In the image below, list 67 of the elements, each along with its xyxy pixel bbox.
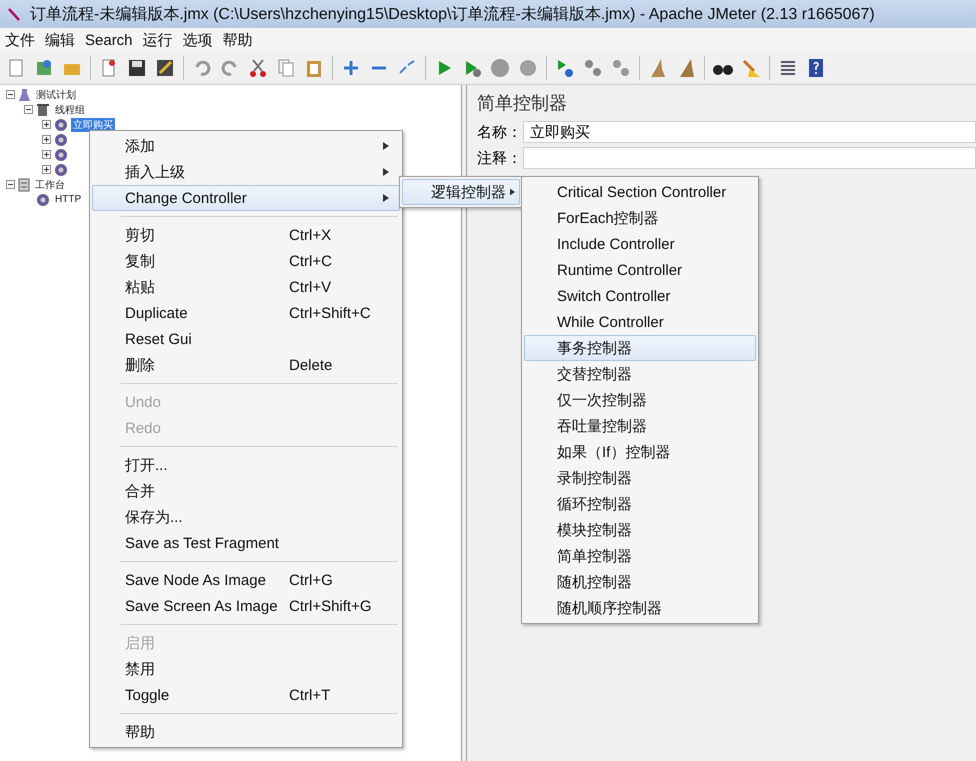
cabinet-icon	[18, 178, 30, 192]
menu-item[interactable]: Save Node As Image Ctrl+G	[92, 567, 400, 593]
window-title: 订单流程-未编辑版本.jmx (C:\Users\hzchenying15\Desktop\订单流程-未编辑版本.jmx) - Apache JMeter (2.13 r1665067)	[30, 4, 875, 24]
tree-node-label[interactable]: 线程组	[53, 102, 87, 116]
collapse-icon[interactable]	[24, 105, 33, 114]
menu-item[interactable]: 仅一次控制器	[524, 387, 756, 413]
menu-item[interactable]: 逻辑控制器	[402, 179, 520, 205]
collapse-icon[interactable]	[6, 90, 15, 99]
menu-item[interactable]: Duplicate Ctrl+Shift+C	[92, 300, 400, 326]
menu-item[interactable]: 简单控制器	[524, 543, 756, 569]
menu-item[interactable]: Runtime Controller	[524, 257, 756, 283]
scissors-icon[interactable]	[247, 57, 269, 79]
menu-item[interactable]: Save as Test Fragment	[92, 530, 400, 556]
save-icon[interactable]	[126, 57, 148, 79]
menu-item[interactable]: 吞吐量控制器	[524, 413, 756, 439]
menu-item[interactable]: 剪切 Ctrl+X	[92, 222, 400, 248]
menu-item[interactable]: 合并	[92, 478, 400, 504]
name-field[interactable]: 立即购买	[523, 121, 976, 143]
comment-label: 注释：	[477, 148, 523, 168]
gear-icon	[54, 132, 68, 146]
menu-bar-item[interactable]: 文件	[4, 30, 36, 50]
panel-title: 简单控制器	[477, 92, 568, 115]
menu-item[interactable]: ForEach控制器	[524, 205, 756, 231]
menu-item[interactable]: 删除 Delete	[92, 352, 400, 378]
menu-item[interactable]: 打开...	[92, 452, 400, 478]
gear-icon	[54, 162, 68, 176]
menu-item[interactable]: Critical Section Controller	[524, 179, 756, 205]
tree-node-label[interactable]: 工作台	[33, 178, 67, 192]
menu-item[interactable]: 交替控制器	[524, 361, 756, 387]
menu-bar-item[interactable]: Search	[84, 32, 134, 48]
menu-item[interactable]: 录制控制器	[524, 465, 756, 491]
menu-item[interactable]: 插入上级	[92, 159, 400, 185]
menu-item[interactable]: Include Controller	[524, 231, 756, 257]
name-label: 名称：	[477, 122, 523, 142]
tree-node-label[interactable]: 立即购买	[71, 118, 115, 132]
collapse-icon[interactable]	[6, 180, 15, 189]
menu-item[interactable]: Switch Controller	[524, 283, 756, 309]
menu-item[interactable]: 复制 Ctrl+C	[92, 248, 400, 274]
menu-bar-item[interactable]: 运行	[142, 30, 174, 50]
menu-item[interactable]: 循环控制器	[524, 491, 756, 517]
feather-icon	[8, 7, 20, 21]
comment-field[interactable]	[523, 147, 976, 169]
tree-node-label[interactable]: HTTP	[53, 194, 84, 205]
flask-icon	[18, 88, 31, 102]
menu-item[interactable]: 如果（If）控制器	[524, 439, 756, 465]
menu-item[interactable]: While Controller	[524, 309, 756, 335]
menu-item[interactable]: Save Screen As Image Ctrl+Shift+G	[92, 593, 400, 619]
menu-item[interactable]: 模块控制器	[524, 517, 756, 543]
menu-item[interactable]: Reset Gui	[92, 326, 400, 352]
menu-item[interactable]: 随机顺序控制器	[524, 595, 756, 621]
gear-icon	[54, 118, 68, 132]
menu-item[interactable]: 粘贴 Ctrl+V	[92, 274, 400, 300]
menu-item[interactable]: Change Controller	[92, 185, 400, 211]
menu-item[interactable]: Toggle Ctrl+T	[92, 682, 400, 708]
menu-item[interactable]: 随机控制器	[524, 569, 756, 595]
menu-item[interactable]: 禁用	[92, 656, 400, 682]
gear-icon	[36, 192, 50, 206]
menu-item[interactable]: 保存为...	[92, 504, 400, 530]
stop-icon[interactable]	[489, 57, 511, 79]
menu-bar-item[interactable]: 选项	[182, 30, 214, 50]
tree-node-label[interactable]: 测试计划	[34, 88, 78, 102]
menu-item[interactable]: 事务控制器	[524, 335, 756, 361]
menu-item[interactable]: 添加	[92, 133, 400, 159]
gear-icon	[54, 148, 68, 162]
menu-bar-item[interactable]: 编辑	[44, 30, 76, 50]
menu-bar-item[interactable]: 帮助	[222, 30, 254, 50]
menu-item[interactable]: 帮助	[92, 719, 400, 745]
